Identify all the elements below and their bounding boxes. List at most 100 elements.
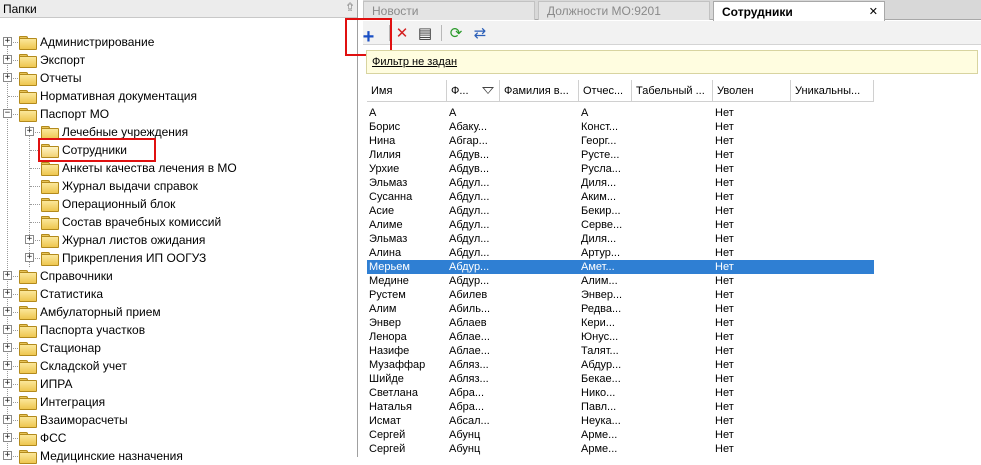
table-row[interactable]: Алиме Абдул... Серве... Нет — [367, 218, 874, 232]
table-cell: Нет — [715, 443, 734, 455]
column-header[interactable]: Имя — [367, 80, 447, 102]
expand-icon[interactable]: + — [3, 397, 12, 406]
table-row[interactable]: Мерьем Абдур... Амет... Нет — [367, 260, 874, 274]
table-cell — [632, 372, 713, 386]
table-cell: Конст... — [581, 121, 619, 133]
expand-icon[interactable]: + — [25, 127, 34, 136]
tree-item[interactable]: Анкеты качества лечения в МО — [41, 159, 237, 177]
column-header[interactable]: Табельный ... — [632, 80, 713, 102]
tree-item[interactable]: Справочники — [19, 267, 113, 285]
column-header[interactable]: Фамилия в... — [500, 80, 579, 102]
tree-item[interactable]: Паспорта участков — [19, 321, 145, 339]
table-row[interactable]: Асие Абдул... Бекир... Нет — [367, 204, 874, 218]
tree-item[interactable]: Прикрепления ИП ООГУЗ — [41, 249, 206, 267]
table-row[interactable]: Сусанна Абдул... Аким... Нет — [367, 190, 874, 204]
export-button[interactable]: ⇄ — [471, 24, 489, 42]
tree-item[interactable]: Нормативная документация — [19, 87, 197, 105]
table-row[interactable]: Светлана Абра... Нико... Нет — [367, 386, 874, 400]
pin-icon[interactable]: ⮸ — [343, 0, 357, 18]
tree-item[interactable]: Отчеты — [19, 69, 81, 87]
tree-item-label: Нормативная документация — [40, 89, 197, 103]
tree-item[interactable]: ИПРА — [19, 375, 72, 393]
table-cell — [500, 134, 579, 148]
expand-icon[interactable]: + — [3, 55, 12, 64]
expand-icon[interactable]: + — [3, 379, 12, 388]
table-cell: Абдур... — [449, 275, 490, 287]
table-row[interactable]: Нина Абгар... Георг... Нет — [367, 134, 874, 148]
expand-icon[interactable]: + — [25, 235, 34, 244]
table-row[interactable]: Музаффар Абляз... Абдур... Нет — [367, 358, 874, 372]
expand-icon[interactable]: + — [3, 307, 12, 316]
filter-link[interactable]: Фильтр не задан — [372, 56, 457, 68]
refresh-button[interactable]: ⟳ — [447, 24, 465, 42]
tree-item[interactable]: Стационар — [19, 339, 101, 357]
tree-item[interactable]: ФСС — [19, 429, 66, 447]
table-row[interactable]: Эльмаз Абдул... Диля... Нет — [367, 232, 874, 246]
column-header[interactable]: Уволен — [713, 80, 791, 102]
tree-item[interactable]: Состав врачебных комиссий — [41, 213, 221, 231]
expand-icon[interactable]: + — [3, 361, 12, 370]
table-row[interactable]: Медине Абдур... Алим... Нет — [367, 274, 874, 288]
table-row[interactable]: Лилия Абдув... Русте... Нет — [367, 148, 874, 162]
expand-icon[interactable]: + — [3, 271, 12, 280]
tree-item-label: Складской учет — [40, 359, 127, 373]
tree-item[interactable]: Статистика — [19, 285, 103, 303]
table-row[interactable]: Борис Абаку... Конст... Нет — [367, 120, 874, 134]
tree-item[interactable]: Интеграция — [19, 393, 105, 411]
tree-item[interactable]: Журнал листов ожидания — [41, 231, 205, 249]
tree-item[interactable]: Паспорт МО — [19, 105, 109, 123]
table-row[interactable]: Сергей Абунц Арме... Нет — [367, 428, 874, 442]
tree-item[interactable]: Складской учет — [19, 357, 127, 375]
expand-icon[interactable]: + — [25, 253, 34, 262]
table-row[interactable]: Наталья Абра... Павл... Нет — [367, 400, 874, 414]
expand-icon[interactable]: + — [3, 37, 12, 46]
table-row[interactable]: Энвер Аблаев Кери... Нет — [367, 316, 874, 330]
tree-item[interactable]: Администрирование — [19, 33, 154, 51]
table-row[interactable]: Ленора Аблае... Юнус... Нет — [367, 330, 874, 344]
table-row[interactable]: Алина Абдул... Артур... Нет — [367, 246, 874, 260]
expand-icon[interactable]: + — [3, 433, 12, 442]
column-header[interactable]: Уникальны... — [791, 80, 874, 102]
tree-item[interactable]: Амбулаторный прием — [19, 303, 161, 321]
expand-icon[interactable]: + — [3, 415, 12, 424]
delete-button[interactable]: ✕ — [393, 24, 411, 42]
tree-item[interactable]: Журнал выдачи справок — [41, 177, 198, 195]
tab-3[interactable]: Сотрудники ✕ — [713, 1, 885, 21]
column-header[interactable]: Отчес... — [579, 80, 632, 102]
column-header[interactable]: Ф... — [447, 80, 500, 102]
tree-item[interactable]: Лечебные учреждения — [41, 123, 188, 141]
tab-1[interactable]: Новости — [363, 1, 535, 20]
table-cell: Бекир... — [581, 205, 621, 217]
table-cell — [500, 204, 579, 218]
tree-item-label: Администрирование — [40, 35, 155, 49]
tree-item[interactable]: Сотрудники — [38, 138, 156, 162]
table-row[interactable]: Шийде Абляз... Бекае... Нет — [367, 372, 874, 386]
expand-icon[interactable]: + — [3, 343, 12, 352]
table-row[interactable]: Эльмаз Абдул... Диля... Нет — [367, 176, 874, 190]
tree-item[interactable]: Экспорт — [19, 51, 85, 69]
table-row[interactable]: Сергей Абунц Арме... Нет — [367, 442, 874, 456]
tree-item[interactable]: Операционный блок — [41, 195, 175, 213]
expand-icon[interactable]: + — [3, 289, 12, 298]
tree-item[interactable]: Взаиморасчеты — [19, 411, 128, 429]
properties-button[interactable]: ▤ — [416, 24, 434, 42]
expand-icon[interactable]: + — [3, 73, 12, 82]
add-button[interactable]: + — [345, 18, 392, 56]
table-row[interactable]: А А А Нет — [367, 106, 874, 120]
tree-item-label: ФСС — [40, 431, 67, 445]
tab-2[interactable]: Должности МО:9201 — [538, 1, 710, 20]
tree-item[interactable]: Медицинские назначения — [19, 447, 183, 465]
column-header-label: Ф... — [451, 85, 469, 97]
table-row[interactable]: Назифе Аблае... Талят... Нет — [367, 344, 874, 358]
table-cell — [791, 190, 874, 204]
expand-icon[interactable]: + — [3, 325, 12, 334]
expand-icon[interactable]: + — [3, 451, 12, 460]
close-icon[interactable]: ✕ — [869, 5, 878, 18]
collapse-icon[interactable]: − — [3, 109, 12, 118]
table-row[interactable]: Урхие Абдув... Русла... Нет — [367, 162, 874, 176]
filter-bar[interactable]: Фильтр не задан — [366, 50, 978, 74]
table-row[interactable]: Исмат Абсал... Неука... Нет — [367, 414, 874, 428]
folder-icon — [19, 269, 37, 284]
table-row[interactable]: Алим Абиль... Редва... Нет — [367, 302, 874, 316]
table-row[interactable]: Рустем Абилев Энвер... Нет — [367, 288, 874, 302]
